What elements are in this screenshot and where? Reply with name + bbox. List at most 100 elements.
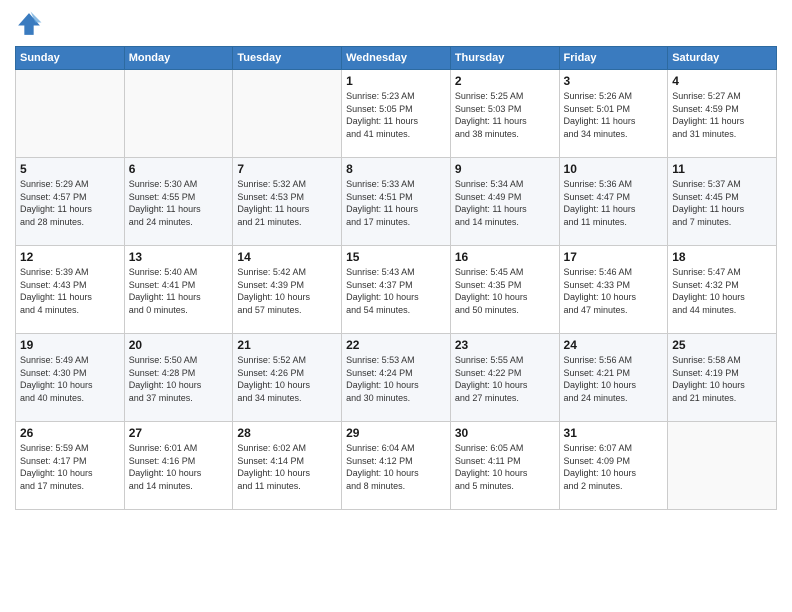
calendar-cell: 15 Sunrise: 5:43 AM Sunset: 4:37 PM Dayli… <box>342 246 451 334</box>
calendar-cell: 6 Sunrise: 5:30 AM Sunset: 4:55 PM Daylig… <box>124 158 233 246</box>
day-info: Sunrise: 5:30 AM Sunset: 4:55 PM Dayligh… <box>129 179 201 227</box>
calendar-cell: 5 Sunrise: 5:29 AM Sunset: 4:57 PM Daylig… <box>16 158 125 246</box>
day-info: Sunrise: 5:45 AM Sunset: 4:35 PM Dayligh… <box>455 267 528 315</box>
day-info: Sunrise: 5:32 AM Sunset: 4:53 PM Dayligh… <box>237 179 309 227</box>
calendar-cell: 1 Sunrise: 5:23 AM Sunset: 5:05 PM Daylig… <box>342 70 451 158</box>
calendar-cell: 9 Sunrise: 5:34 AM Sunset: 4:49 PM Daylig… <box>450 158 559 246</box>
day-number: 11 <box>672 162 772 176</box>
calendar-cell: 4 Sunrise: 5:27 AM Sunset: 4:59 PM Daylig… <box>668 70 777 158</box>
calendar-cell: 31Sunrise: 6:07 AM Sunset: 4:09 PM Dayli… <box>559 422 668 510</box>
day-info: Sunrise: 5:58 AM Sunset: 4:19 PM Dayligh… <box>672 355 745 403</box>
day-number: 7 <box>237 162 337 176</box>
day-number: 26 <box>20 426 120 440</box>
day-info: Sunrise: 5:43 AM Sunset: 4:37 PM Dayligh… <box>346 267 419 315</box>
calendar-week-3: 12 Sunrise: 5:39 AM Sunset: 4:43 PM Dayli… <box>16 246 777 334</box>
day-info: Sunrise: 5:34 AM Sunset: 4:49 PM Dayligh… <box>455 179 527 227</box>
day-header-tuesday: Tuesday <box>233 47 342 70</box>
calendar-cell: 30 Sunrise: 6:05 AM Sunset: 4:11 PM Dayli… <box>450 422 559 510</box>
day-number: 29 <box>346 426 446 440</box>
day-number: 2 <box>455 74 555 88</box>
calendar-cell: 14 Sunrise: 5:42 AM Sunset: 4:39 PM Dayli… <box>233 246 342 334</box>
day-info: Sunrise: 5:36 AM Sunset: 4:47 PM Dayligh… <box>564 179 636 227</box>
calendar-cell: 16 Sunrise: 5:45 AM Sunset: 4:35 PM Dayli… <box>450 246 559 334</box>
day-number: 13 <box>129 250 229 264</box>
day-number: 23 <box>455 338 555 352</box>
calendar-cell: 18Sunrise: 5:47 AM Sunset: 4:32 PM Dayli… <box>668 246 777 334</box>
day-number: 31 <box>564 426 664 440</box>
day-number: 28 <box>237 426 337 440</box>
day-info: Sunrise: 6:01 AM Sunset: 4:16 PM Dayligh… <box>129 443 202 491</box>
calendar-cell: 20Sunrise: 5:50 AM Sunset: 4:28 PM Dayli… <box>124 334 233 422</box>
calendar-cell: 28 Sunrise: 6:02 AM Sunset: 4:14 PM Dayli… <box>233 422 342 510</box>
day-info: Sunrise: 5:25 AM Sunset: 5:03 PM Dayligh… <box>455 91 527 139</box>
page-container: SundayMondayTuesdayWednesdayThursdayFrid… <box>0 0 792 520</box>
day-number: 9 <box>455 162 555 176</box>
day-header-saturday: Saturday <box>668 47 777 70</box>
day-info: Sunrise: 5:29 AM Sunset: 4:57 PM Dayligh… <box>20 179 92 227</box>
calendar-cell <box>233 70 342 158</box>
day-header-monday: Monday <box>124 47 233 70</box>
day-number: 14 <box>237 250 337 264</box>
day-info: Sunrise: 5:33 AM Sunset: 4:51 PM Dayligh… <box>346 179 418 227</box>
day-header-sunday: Sunday <box>16 47 125 70</box>
calendar-cell: 2 Sunrise: 5:25 AM Sunset: 5:03 PM Daylig… <box>450 70 559 158</box>
calendar-cell: 22Sunrise: 5:53 AM Sunset: 4:24 PM Dayli… <box>342 334 451 422</box>
day-info: Sunrise: 5:42 AM Sunset: 4:39 PM Dayligh… <box>237 267 310 315</box>
day-header-thursday: Thursday <box>450 47 559 70</box>
day-info: Sunrise: 5:40 AM Sunset: 4:41 PM Dayligh… <box>129 267 201 315</box>
calendar-cell: 8 Sunrise: 5:33 AM Sunset: 4:51 PM Daylig… <box>342 158 451 246</box>
day-info: Sunrise: 5:27 AM Sunset: 4:59 PM Dayligh… <box>672 91 744 139</box>
calendar-cell: 27Sunrise: 6:01 AM Sunset: 4:16 PM Dayli… <box>124 422 233 510</box>
calendar-week-4: 19Sunrise: 5:49 AM Sunset: 4:30 PM Dayli… <box>16 334 777 422</box>
day-info: Sunrise: 5:56 AM Sunset: 4:21 PM Dayligh… <box>564 355 637 403</box>
day-number: 3 <box>564 74 664 88</box>
day-info: Sunrise: 5:47 AM Sunset: 4:32 PM Dayligh… <box>672 267 745 315</box>
calendar-cell <box>16 70 125 158</box>
day-number: 10 <box>564 162 664 176</box>
day-number: 4 <box>672 74 772 88</box>
calendar-week-2: 5 Sunrise: 5:29 AM Sunset: 4:57 PM Daylig… <box>16 158 777 246</box>
day-info: Sunrise: 6:05 AM Sunset: 4:11 PM Dayligh… <box>455 443 528 491</box>
day-header-wednesday: Wednesday <box>342 47 451 70</box>
day-info: Sunrise: 6:02 AM Sunset: 4:14 PM Dayligh… <box>237 443 310 491</box>
day-info: Sunrise: 5:26 AM Sunset: 5:01 PM Dayligh… <box>564 91 636 139</box>
calendar-cell <box>668 422 777 510</box>
day-info: Sunrise: 5:23 AM Sunset: 5:05 PM Dayligh… <box>346 91 418 139</box>
calendar-cell: 19Sunrise: 5:49 AM Sunset: 4:30 PM Dayli… <box>16 334 125 422</box>
day-number: 21 <box>237 338 337 352</box>
calendar-cell: 3 Sunrise: 5:26 AM Sunset: 5:01 PM Daylig… <box>559 70 668 158</box>
day-header-friday: Friday <box>559 47 668 70</box>
logo <box>15 10 47 38</box>
day-number: 17 <box>564 250 664 264</box>
calendar-cell: 10 Sunrise: 5:36 AM Sunset: 4:47 PM Dayli… <box>559 158 668 246</box>
calendar-cell: 21 Sunrise: 5:52 AM Sunset: 4:26 PM Dayli… <box>233 334 342 422</box>
day-info: Sunrise: 6:04 AM Sunset: 4:12 PM Dayligh… <box>346 443 419 491</box>
day-info: Sunrise: 5:59 AM Sunset: 4:17 PM Dayligh… <box>20 443 93 491</box>
day-number: 15 <box>346 250 446 264</box>
day-number: 24 <box>564 338 664 352</box>
calendar-cell: 17 Sunrise: 5:46 AM Sunset: 4:33 PM Dayli… <box>559 246 668 334</box>
calendar-cell: 12 Sunrise: 5:39 AM Sunset: 4:43 PM Dayli… <box>16 246 125 334</box>
day-info: Sunrise: 5:52 AM Sunset: 4:26 PM Dayligh… <box>237 355 310 403</box>
calendar-week-5: 26 Sunrise: 5:59 AM Sunset: 4:17 PM Dayli… <box>16 422 777 510</box>
day-number: 25 <box>672 338 772 352</box>
calendar-cell <box>124 70 233 158</box>
calendar-cell: 26 Sunrise: 5:59 AM Sunset: 4:17 PM Dayli… <box>16 422 125 510</box>
calendar-cell: 11 Sunrise: 5:37 AM Sunset: 4:45 PM Dayli… <box>668 158 777 246</box>
day-info: Sunrise: 5:39 AM Sunset: 4:43 PM Dayligh… <box>20 267 92 315</box>
day-number: 5 <box>20 162 120 176</box>
calendar-cell: 24 Sunrise: 5:56 AM Sunset: 4:21 PM Dayli… <box>559 334 668 422</box>
day-number: 6 <box>129 162 229 176</box>
calendar-cell: 25 Sunrise: 5:58 AM Sunset: 4:19 PM Dayli… <box>668 334 777 422</box>
day-info: Sunrise: 5:46 AM Sunset: 4:33 PM Dayligh… <box>564 267 637 315</box>
day-number: 16 <box>455 250 555 264</box>
day-info: Sunrise: 5:50 AM Sunset: 4:28 PM Dayligh… <box>129 355 202 403</box>
day-number: 22 <box>346 338 446 352</box>
day-number: 30 <box>455 426 555 440</box>
page-header <box>15 10 777 38</box>
calendar-table: SundayMondayTuesdayWednesdayThursdayFrid… <box>15 46 777 510</box>
day-info: Sunrise: 5:37 AM Sunset: 4:45 PM Dayligh… <box>672 179 744 227</box>
day-number: 8 <box>346 162 446 176</box>
day-number: 1 <box>346 74 446 88</box>
day-number: 12 <box>20 250 120 264</box>
